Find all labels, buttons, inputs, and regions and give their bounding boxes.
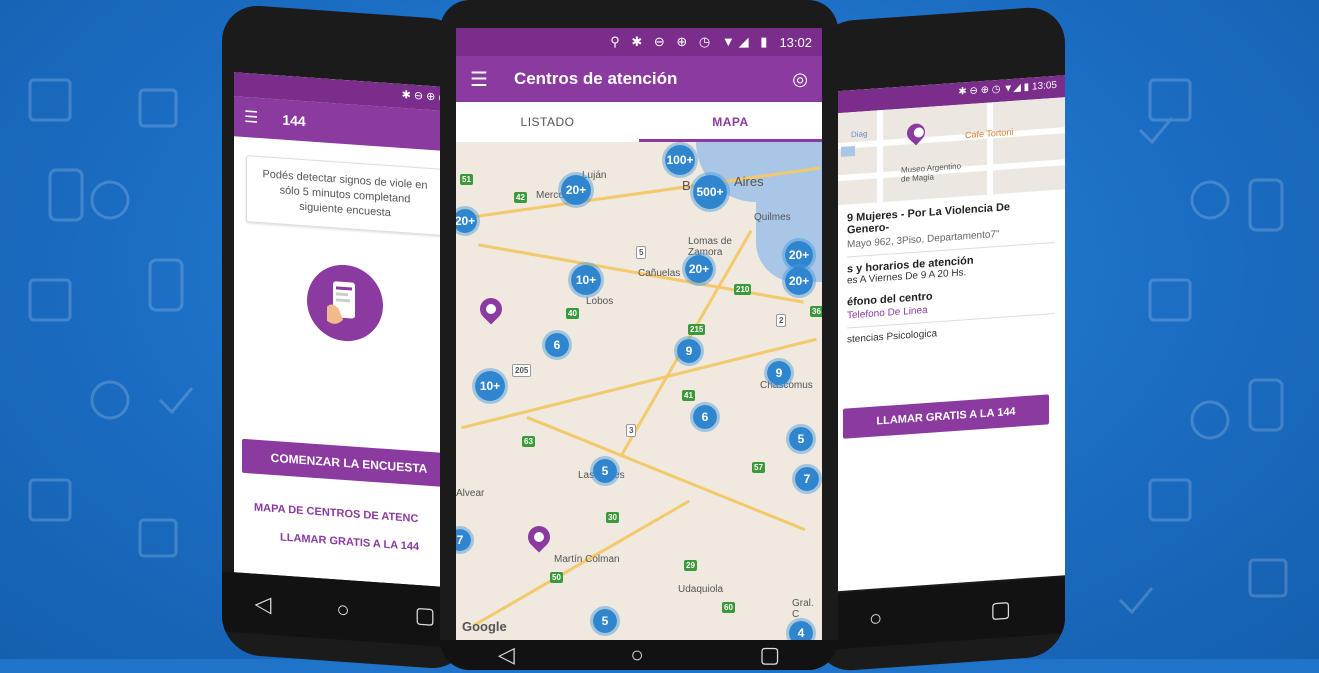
- highway-shield: 205: [512, 364, 532, 377]
- right-phone: ✱ ⊖ ⊕ ◷ ▼◢ ▮ 13:05 Diag Cafe Tortoni Mus…: [815, 5, 1065, 673]
- home-icon[interactable]: ○: [630, 642, 643, 668]
- map-cluster[interactable]: 100+: [662, 142, 698, 178]
- map-label: Quilmes: [754, 212, 791, 223]
- highway-shield: 29: [684, 560, 697, 571]
- page-title: Centros de atención: [513, 69, 678, 88]
- map-cluster[interactable]: 4: [786, 618, 816, 640]
- map-cluster[interactable]: 20+: [682, 252, 716, 286]
- mini-map[interactable]: Diag Cafe Tortoni Museo Argentino de Mag…: [837, 97, 1065, 206]
- start-survey-button[interactable]: COMENZAR LA ENCUESTA: [242, 438, 456, 488]
- map-centers-link[interactable]: MAPA DE CENTROS DE ATENC: [254, 502, 418, 525]
- highway-shield: 42: [514, 192, 527, 203]
- highway-shield: 63: [522, 436, 535, 447]
- home-icon[interactable]: ○: [869, 605, 882, 632]
- map-cluster[interactable]: 9: [764, 358, 794, 388]
- highway-shield: 36: [810, 306, 822, 317]
- tab-mapa[interactable]: MAPA: [639, 102, 822, 142]
- map-label: Museo Argentino de Magia: [901, 161, 962, 184]
- map-cluster[interactable]: 20+: [558, 172, 594, 208]
- page-title: 144: [282, 111, 306, 130]
- highway-shield: 215: [688, 324, 706, 335]
- map-cluster[interactable]: 5: [786, 424, 816, 454]
- map-cluster[interactable]: 20+: [456, 206, 480, 236]
- map-cluster[interactable]: 5: [590, 606, 620, 636]
- map-cluster[interactable]: 7: [792, 464, 822, 494]
- status-icons: ✱ ⊖ ⊕ ◷ ▼◢ ▮: [958, 81, 1030, 98]
- survey-text: Podés detectar signos de viole en sólo 5…: [262, 168, 428, 219]
- map-cluster[interactable]: 10+: [568, 262, 604, 298]
- status-icons: ⚲ ✱ ⊖ ⊕ ◷ ▼◢ ▮: [610, 34, 772, 49]
- highway-shield: 40: [566, 308, 579, 319]
- map-label: Cañuelas: [638, 268, 681, 279]
- nav-bar: ◁ ○ ▢: [440, 640, 838, 670]
- menu-icon[interactable]: ☰: [244, 107, 258, 128]
- home-icon[interactable]: ○: [336, 596, 349, 623]
- map-cluster[interactable]: 6: [542, 330, 572, 360]
- location-pin-icon[interactable]: [523, 521, 555, 553]
- google-attribution: Google: [462, 619, 507, 634]
- status-time: 13:02: [779, 34, 812, 50]
- call-144-button[interactable]: LLAMAR GRATIS A LA 144: [843, 394, 1049, 439]
- map-label: Lobos: [586, 296, 614, 307]
- right-screen: ✱ ⊖ ⊕ ◷ ▼◢ ▮ 13:05 Diag Cafe Tortoni Mus…: [837, 75, 1065, 592]
- map-cluster[interactable]: 6: [690, 402, 720, 432]
- recents-icon[interactable]: ▢: [415, 602, 436, 629]
- my-location-icon[interactable]: ◎: [792, 69, 808, 90]
- highway-shield: 51: [460, 174, 473, 185]
- map-view[interactable]: Luján Merced B Aires Quilmes Lomas de Za…: [456, 142, 822, 640]
- center-phone: ⚲ ✱ ⊖ ⊕ ◷ ▼◢ ▮ 13:02 ☰ Centros de atenci…: [440, 0, 838, 670]
- center-detail: 9 Mujeres - Por La Violencia De Genero- …: [837, 189, 1065, 354]
- recents-icon[interactable]: ▢: [759, 642, 780, 668]
- tab-listado[interactable]: LISTADO: [456, 102, 639, 142]
- service-value: stencias Psicologica: [847, 328, 938, 346]
- tab-bar: LISTADO MAPA: [456, 102, 822, 142]
- status-time: 13:05: [1031, 79, 1057, 93]
- survey-card: Podés detectar signos de viole en sólo 5…: [246, 155, 444, 236]
- menu-icon[interactable]: ☰: [470, 67, 488, 92]
- map-cluster[interactable]: 500+: [690, 172, 730, 212]
- map-cluster[interactable]: 5: [590, 456, 620, 486]
- highway-shield: 2: [776, 314, 787, 327]
- highway-shield: 60: [722, 602, 735, 613]
- recents-icon[interactable]: ▢: [990, 596, 1011, 623]
- highway-shield: 57: [752, 462, 765, 473]
- location-pin-icon[interactable]: [475, 293, 507, 325]
- center-screen: ⚲ ✱ ⊖ ⊕ ◷ ▼◢ ▮ 13:02 ☰ Centros de atenci…: [456, 28, 822, 640]
- toolbar: ☰ Centros de atención ◎: [456, 56, 822, 102]
- left-screen: ✱ ⊖ ⊕ ◷ ☰ 144 Podés detectar signos de v…: [234, 72, 456, 588]
- call-144-link[interactable]: LLAMAR GRATIS A LA 144: [280, 531, 419, 553]
- left-phone: ✱ ⊖ ⊕ ◷ ☰ 144 Podés detectar signos de v…: [222, 3, 468, 671]
- map-label: Cafe Tortoni: [965, 126, 1014, 141]
- map-label: Diag: [851, 129, 868, 140]
- phone-hand-icon: [307, 261, 383, 344]
- highway-shield: 41: [682, 390, 695, 401]
- back-icon[interactable]: ◁: [254, 591, 271, 618]
- map-label: Alvear: [456, 488, 485, 499]
- map-cluster[interactable]: 7: [456, 526, 474, 554]
- map-cluster[interactable]: 10+: [472, 368, 508, 404]
- highway-shield: 50: [550, 572, 563, 583]
- highway-shield: 30: [606, 512, 619, 523]
- map-label: Gral. C: [792, 598, 814, 620]
- map-cluster[interactable]: 20+: [782, 264, 816, 298]
- map-label: Udaquiola: [678, 584, 724, 595]
- map-cluster[interactable]: 9: [674, 336, 704, 366]
- back-icon[interactable]: ◁: [498, 642, 515, 668]
- highway-shield: 5: [636, 246, 647, 259]
- map-label: Martín Colman: [554, 554, 620, 565]
- status-bar: ⚲ ✱ ⊖ ⊕ ◷ ▼◢ ▮ 13:02: [456, 28, 822, 56]
- map-label: Aires: [734, 174, 764, 189]
- highway-shield: 3: [626, 424, 637, 437]
- highway-shield: 210: [734, 284, 752, 295]
